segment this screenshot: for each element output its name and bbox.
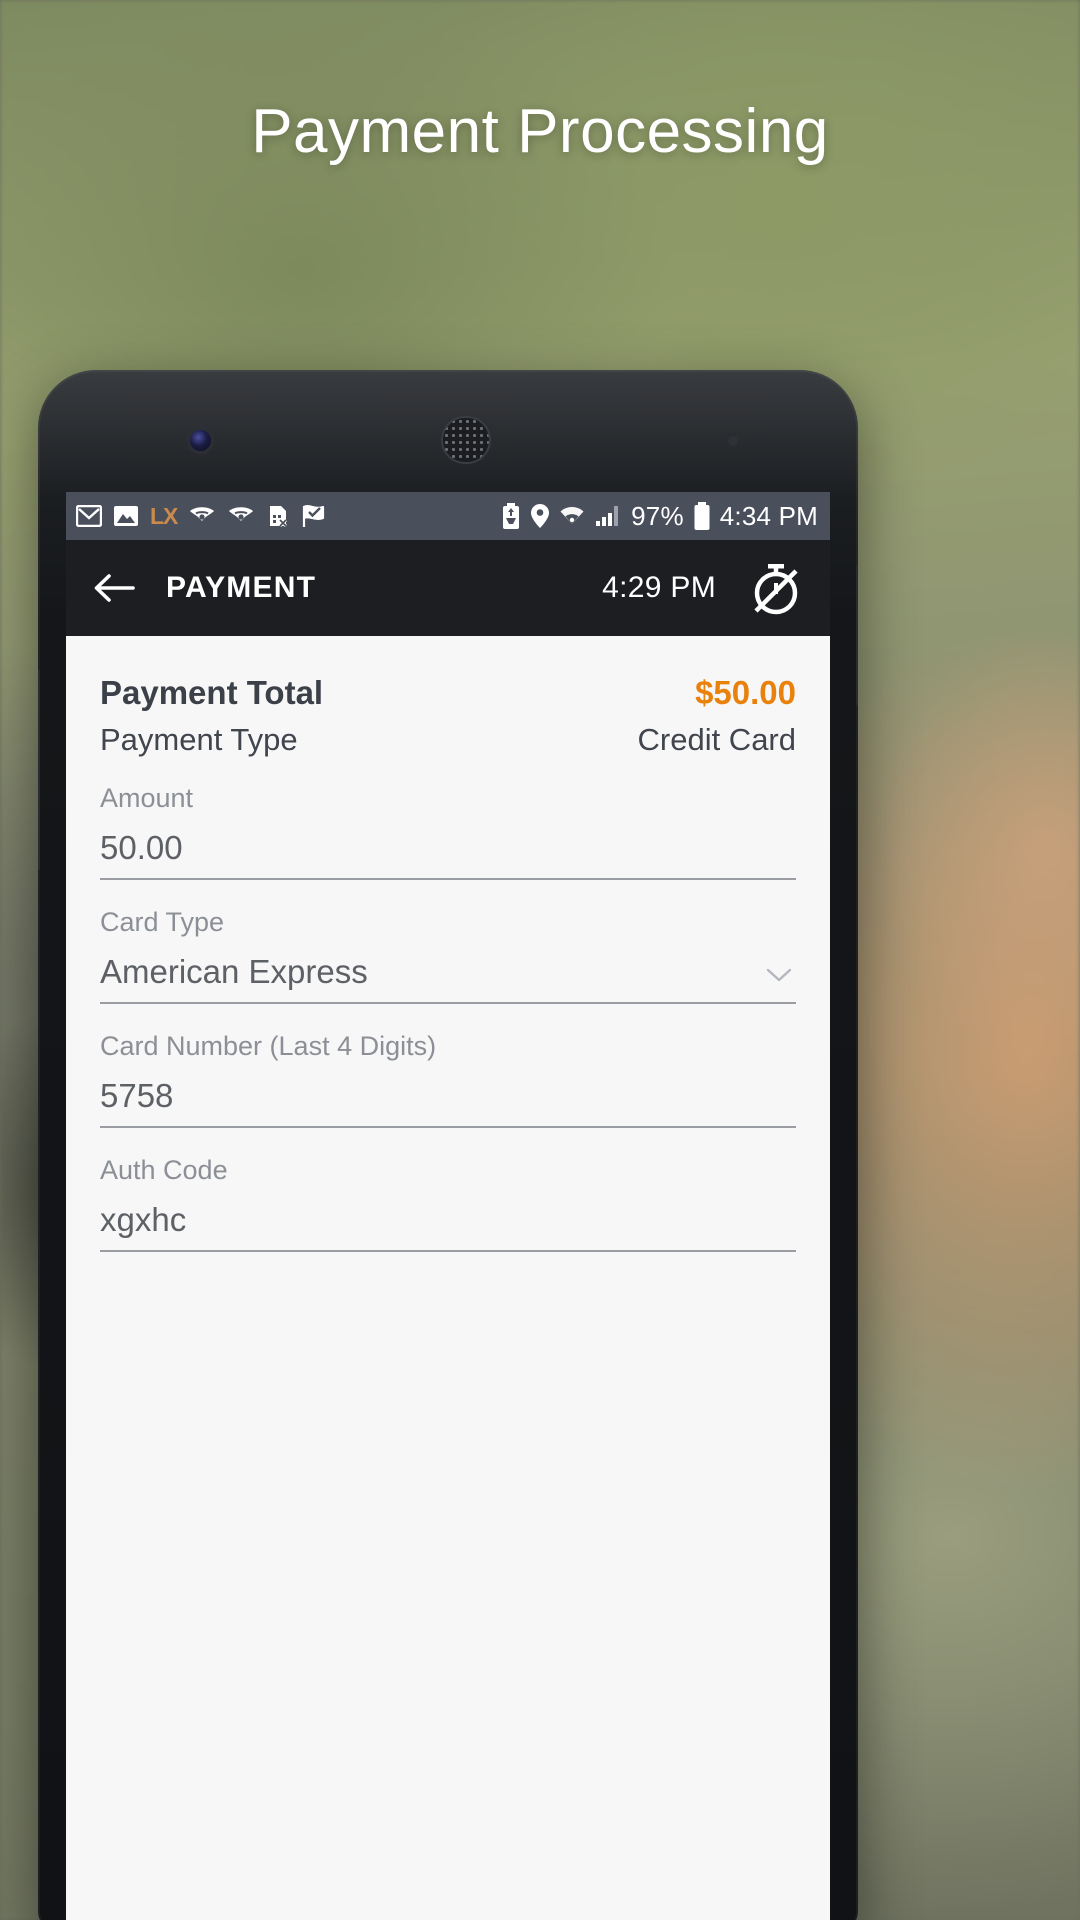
chevron-down-icon bbox=[766, 954, 792, 990]
status-bar-notification-icons: LX bbox=[76, 503, 501, 530]
phone-device-frame: LX 97% 4:34 PM PAYMENT 4:29 PM Payment T… bbox=[38, 370, 858, 1920]
field-amount: Amount 50.00 bbox=[100, 783, 796, 880]
hero-title: Payment Processing bbox=[251, 97, 829, 166]
location-pin-icon bbox=[530, 503, 550, 529]
wifi-icon bbox=[559, 504, 585, 528]
back-arrow-icon[interactable] bbox=[88, 562, 140, 614]
phone-top-bezel bbox=[38, 370, 858, 492]
battery-percent-label: 97% bbox=[631, 500, 684, 531]
payment-total-label: Payment Total bbox=[100, 674, 324, 711]
card-number-input-value: 5758 bbox=[100, 1076, 174, 1114]
battery-saver-icon bbox=[501, 503, 521, 529]
field-label-card-type: Card Type bbox=[100, 906, 225, 937]
field-label-auth-code: Auth Code bbox=[100, 1154, 228, 1185]
auth-code-input[interactable]: xgxhc bbox=[100, 1186, 796, 1252]
payment-total-row: Payment Total $50.00 bbox=[100, 674, 796, 712]
timer-off-icon[interactable] bbox=[746, 558, 806, 618]
card-type-select-value: American Express bbox=[100, 952, 368, 990]
status-bar-system-icons: 97% 4:34 PM bbox=[501, 501, 818, 532]
field-card-number: Card Number (Last 4 Digits) 5758 bbox=[100, 1030, 796, 1128]
wifi-shield-icon-2 bbox=[227, 504, 255, 528]
lx-app-icon: LX bbox=[150, 502, 178, 529]
battery-icon bbox=[693, 502, 711, 530]
card-type-select[interactable]: American Express bbox=[100, 938, 796, 1004]
cell-signal-icon bbox=[594, 504, 622, 528]
front-camera-icon bbox=[190, 430, 211, 451]
field-auth-code: Auth Code xgxhc bbox=[100, 1154, 796, 1252]
card-number-input[interactable]: 5758 bbox=[100, 1062, 796, 1128]
field-label-amount: Amount bbox=[100, 783, 194, 813]
page-title: PAYMENT bbox=[166, 571, 317, 604]
proximity-sensor-icon bbox=[728, 436, 738, 446]
payment-form: Payment Total $50.00 Payment Type Credit… bbox=[66, 636, 830, 1920]
gmail-icon bbox=[76, 505, 102, 527]
power-button[interactable] bbox=[856, 565, 858, 705]
status-bar-clock: 4:34 PM bbox=[719, 500, 818, 531]
payment-type-value: Credit Card bbox=[637, 722, 797, 757]
amount-input[interactable]: 50.00 bbox=[100, 814, 796, 880]
photo-gallery-icon bbox=[113, 505, 139, 527]
earpiece-speaker-icon bbox=[443, 418, 489, 462]
field-label-card-number: Card Number (Last 4 Digits) bbox=[100, 1030, 437, 1061]
field-card-type: Card Type American Express bbox=[100, 906, 796, 1004]
phone-screen: LX 97% 4:34 PM PAYMENT 4:29 PM Payment T… bbox=[66, 492, 830, 1920]
auth-code-input-value: xgxhc bbox=[100, 1200, 187, 1238]
light-sensor-icon bbox=[754, 436, 764, 446]
checkmark-flag-icon bbox=[301, 504, 327, 528]
volume-button[interactable] bbox=[38, 670, 40, 870]
sim-card-error-icon bbox=[266, 504, 290, 528]
payment-total-value: $50.00 bbox=[695, 674, 796, 711]
app-bar-time: 4:29 PM bbox=[602, 571, 716, 604]
android-status-bar: LX 97% 4:34 PM bbox=[66, 492, 830, 540]
payment-type-label: Payment Type bbox=[100, 722, 298, 757]
wifi-shield-icon bbox=[188, 504, 216, 528]
amount-input-value: 50.00 bbox=[100, 828, 183, 866]
payment-type-row: Payment Type Credit Card bbox=[100, 722, 796, 758]
app-bar: PAYMENT 4:29 PM bbox=[66, 540, 830, 636]
